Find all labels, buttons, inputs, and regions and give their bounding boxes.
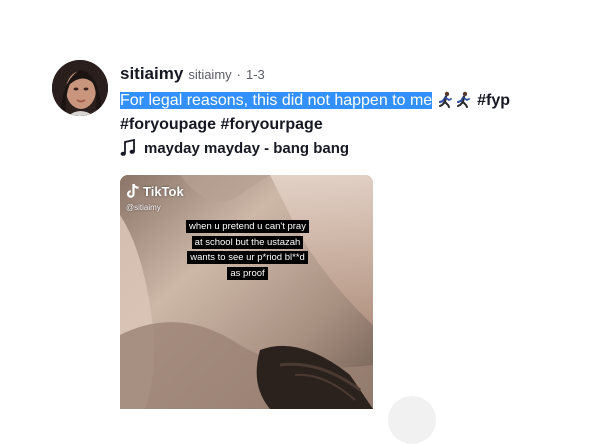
scroll-down-button[interactable] [388, 396, 436, 444]
music-title: mayday mayday - bang bang [144, 139, 350, 157]
running-woman-emoji [456, 91, 470, 108]
video-text-overlay: when u pretend u can't pray at school bu… [184, 219, 311, 281]
music-note-icon [120, 139, 135, 156]
post-date-separator: · [236, 67, 241, 82]
tiktok-logo-icon [127, 183, 139, 198]
post-date: 1-3 [246, 67, 265, 82]
hashtag-link[interactable]: #fyp [477, 92, 510, 109]
watermark-handle: @sitiaimy [126, 203, 161, 212]
video-player[interactable]: TikTok @sitiaimy when u pretend u can't … [120, 175, 373, 409]
author-line: sitiaimy sitiaimy · 1-3 [120, 64, 265, 84]
hashtag-link[interactable]: #foryourpage [220, 116, 322, 133]
running-woman-emoji [438, 91, 452, 108]
post-caption: For legal reasons, this did not happen t… [120, 89, 560, 137]
author-avatar[interactable] [52, 60, 108, 116]
hashtag-link[interactable]: #foryoupage [120, 116, 216, 133]
author-name[interactable]: sitiaimy [120, 64, 183, 84]
music-link[interactable]: mayday mayday - bang bang [120, 139, 349, 157]
watermark-brand: TikTok [143, 183, 184, 199]
caption-selected-text: For legal reasons, this did not happen t… [120, 92, 433, 109]
author-handle: sitiaimy [188, 67, 232, 82]
tiktok-watermark: TikTok [126, 183, 184, 199]
overlay-text: when u pretend u can't pray at school bu… [186, 220, 309, 280]
